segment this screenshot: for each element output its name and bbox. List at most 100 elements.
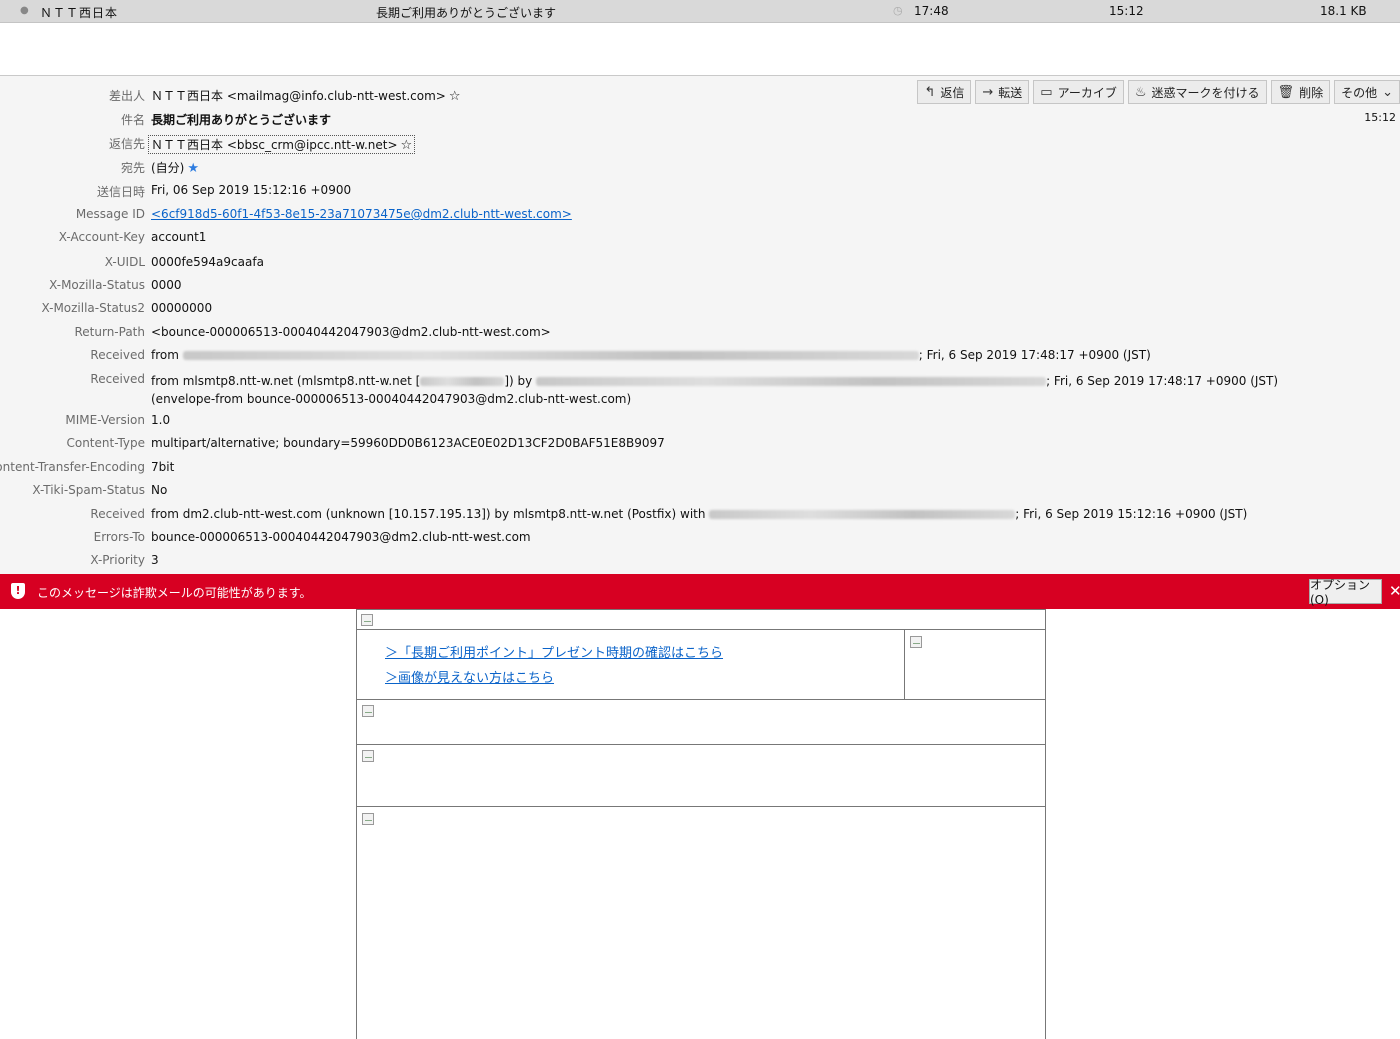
close-icon[interactable]: ✕ (1389, 582, 1400, 600)
star-filled-icon[interactable]: ★ (187, 161, 199, 176)
shield-warning-icon: ! (11, 583, 25, 599)
forward-label: 転送 (998, 85, 1023, 100)
received-label: Received (90, 507, 145, 521)
scam-options-button[interactable]: オプション(O) (1309, 578, 1382, 607)
other-menu-button[interactable]: その他 ⌄ (1334, 80, 1400, 104)
star-icon[interactable]: ☆ (401, 138, 413, 153)
account-key-value: account1 (151, 230, 207, 244)
received-value: from ; Fri, 6 Sep 2019 17:48:17 +0900 (J… (151, 348, 1151, 362)
date-label: 送信日時 (96, 185, 145, 199)
mime-version-label: MIME-Version (65, 413, 145, 427)
list-blank-area (0, 23, 1400, 76)
from-address[interactable]: ＮＴＴ西日本 <mailmag@info.club-ntt-west.com> (151, 89, 446, 103)
mime-version-value: 1.0 (151, 413, 171, 427)
to-address[interactable]: (自分) (151, 161, 184, 175)
list-date: 15:12 (1109, 4, 1144, 18)
junk-label: 迷惑マークを付ける (1151, 85, 1260, 100)
archive-icon: ▭ (1040, 84, 1053, 100)
image-cell-banner-2 (356, 744, 1046, 807)
list-size: 18.1 KB (1320, 4, 1367, 18)
reply-icon: ↰ (924, 84, 936, 100)
cte-label: Content-Transfer-Encoding (0, 460, 145, 474)
images-not-visible-link[interactable]: ＞画像が見えない方はこちら (385, 667, 554, 686)
reply-to-address[interactable]: ＮＴＴ西日本 <bbsc_crm@ipcc.ntt-w.net> (151, 138, 398, 152)
to-value[interactable]: (自分) ★ (151, 159, 199, 176)
received-value: from dm2.club-ntt-west.com (unknown [10.… (151, 507, 1247, 521)
account-key-label: X-Account-Key (58, 230, 145, 244)
mozilla-status-label: X-Mozilla-Status (49, 278, 145, 292)
link-cell (356, 629, 905, 700)
mozilla-status2-label: X-Mozilla-Status2 (41, 301, 145, 315)
header-toolbar: ↰ 返信 → 転送 ▭ アーカイブ ♨ 迷惑マークを付ける 🗑 削除 その他 ⌄ (917, 80, 1400, 104)
to-label: 宛先 (120, 161, 145, 175)
delete-button[interactable]: 🗑 削除 (1270, 80, 1331, 104)
scam-warning-bar: ! このメッセージは詐欺メールの可能性があります。 オプション(O) ✕ (0, 574, 1400, 609)
image-cell-side (904, 629, 1046, 700)
message-id-link[interactable]: <6cf918d5-60f1-4f53-8e15-23a71073475e@dm… (151, 207, 572, 221)
forward-button[interactable]: → 転送 (975, 80, 1030, 104)
archive-label: アーカイブ (1057, 85, 1117, 100)
received-prefix: from mlsmtp8.ntt-w.net (mlsmtp8.ntt-w.ne… (151, 374, 421, 388)
image-cell-main (356, 806, 1046, 1039)
priority-label: X-Priority (90, 553, 145, 567)
spam-status-value: No (151, 483, 168, 497)
redacted-text (709, 510, 1016, 519)
subject-value: 長期ご利用ありがとうございます (151, 113, 332, 127)
list-sender: ＮＴＴ西日本 (40, 6, 119, 20)
reply-to-value[interactable]: ＮＴＴ西日本 <bbsc_crm@ipcc.ntt-w.net> ☆ (148, 135, 416, 154)
delete-label: 削除 (1299, 85, 1324, 100)
message-id-label: Message ID (75, 207, 145, 221)
unread-dot-icon[interactable]: ● (20, 5, 29, 16)
list-subject: 長期ご利用ありがとうございます (376, 6, 557, 20)
received-label: Received (90, 372, 145, 386)
errors-to-value: bounce-000006513-00040442047903@dm2.club… (151, 530, 531, 544)
message-header-pane: ↰ 返信 → 転送 ▭ アーカイブ ♨ 迷惑マークを付ける 🗑 削除 その他 ⌄ 15:12… (0, 76, 1400, 574)
received-suffix: ; Fri, 6 Sep 2019 17:48:17 +0900 (JST) (918, 348, 1151, 362)
junk-button[interactable]: ♨ 迷惑マークを付ける (1127, 80, 1267, 104)
from-value[interactable]: ＮＴＴ西日本 <mailmag@info.club-ntt-west.com> ☆ (151, 87, 461, 104)
message-body: ＞「長期ご利用ポイント」プレゼント時期の確認はこちら ＞画像が見えない方はこちら (0, 609, 1400, 1039)
received-prefix: from (151, 348, 179, 362)
image-cell-banner-1 (356, 699, 1046, 745)
redacted-text (182, 351, 919, 360)
trash-icon: 🗑 (1277, 84, 1295, 100)
reply-to-label: 返信先 (108, 137, 145, 151)
header-time: 15:12 (1364, 111, 1396, 124)
scam-warning-text: このメッセージは詐欺メールの可能性があります。 (37, 586, 312, 600)
forward-icon: → (982, 84, 994, 100)
received-middle: ]) by (504, 374, 533, 388)
return-path-label: Return-Path (74, 325, 145, 339)
broken-image-icon (362, 705, 374, 717)
received-label: Received (90, 348, 145, 362)
content-type-value: multipart/alternative; boundary=59960DD0… (151, 436, 665, 450)
image-cell-header (356, 609, 1046, 630)
from-label: 差出人 (108, 89, 145, 103)
clock-icon: ◷ (893, 4, 903, 17)
content-type-label: Content-Type (66, 436, 145, 450)
archive-button[interactable]: ▭ アーカイブ (1033, 80, 1124, 104)
broken-image-icon (910, 636, 922, 648)
flame-icon: ♨ (1134, 84, 1147, 100)
reply-button[interactable]: ↰ 返信 (917, 80, 972, 104)
received-suffix: ; Fri, 6 Sep 2019 15:12:16 +0900 (JST) (1015, 507, 1248, 521)
broken-image-icon (362, 750, 374, 762)
broken-image-icon (362, 813, 374, 825)
mozilla-status-value: 0000 (151, 278, 182, 292)
cte-value: 7bit (151, 460, 175, 474)
redacted-text (536, 377, 1047, 386)
received-prefix: from dm2.club-ntt-west.com (unknown [10.… (151, 507, 706, 521)
reply-label: 返信 (940, 85, 965, 100)
list-received-time: 17:48 (914, 4, 949, 18)
date-value: Fri, 06 Sep 2019 15:12:16 +0900 (151, 183, 352, 197)
message-list-row[interactable]: ● ＮＴＴ西日本 長期ご利用ありがとうございます ◷ 17:48 15:12 1… (0, 0, 1400, 23)
broken-image-icon (361, 614, 373, 626)
spam-status-label: X-Tiki-Spam-Status (32, 483, 145, 497)
mozilla-status2-value: 00000000 (151, 301, 213, 315)
chevron-down-icon: ⌄ (1382, 84, 1393, 100)
points-check-link[interactable]: ＞「長期ご利用ポイント」プレゼント時期の確認はこちら (385, 642, 723, 661)
uidl-label: X-UIDL (104, 255, 145, 269)
uidl-value: 0000fe594a9caafa (151, 255, 264, 269)
star-icon[interactable]: ☆ (449, 89, 461, 104)
errors-to-label: Errors-To (93, 530, 145, 544)
priority-value: 3 (151, 553, 159, 567)
